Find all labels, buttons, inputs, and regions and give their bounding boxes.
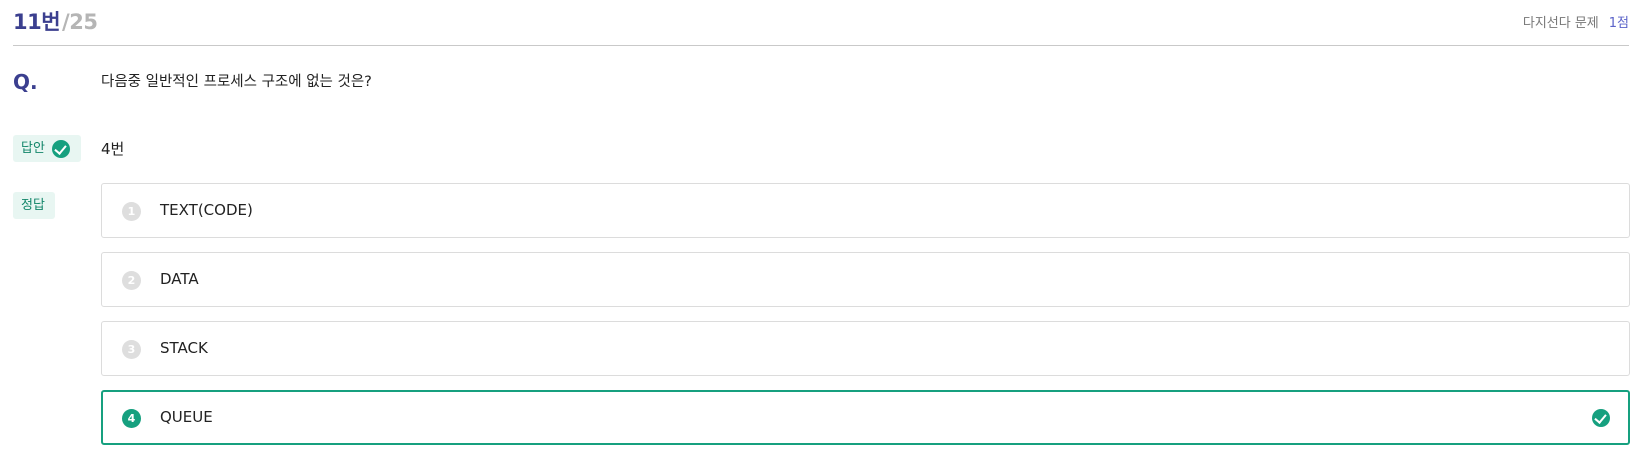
option-1[interactable]: 1 TEXT(CODE) — [101, 183, 1630, 238]
option-label: DATA — [160, 270, 199, 288]
submitted-answer-value: 4번 — [101, 140, 125, 158]
submitted-answer-tag-label: 답안 — [21, 141, 45, 156]
option-3[interactable]: 3 STACK — [101, 321, 1630, 376]
submitted-answer-tag: 답안 — [13, 135, 81, 162]
option-label: QUEUE — [160, 408, 213, 426]
option-label: STACK — [160, 339, 208, 357]
check-circle-icon — [51, 139, 70, 158]
question-label: Q. — [13, 70, 38, 94]
option-4[interactable]: 4 QUEUE — [101, 390, 1630, 445]
question-meta: 다지선다 문제 1점 — [1523, 12, 1629, 31]
check-circle-icon — [1592, 409, 1610, 427]
question-counter: 11번/25 — [13, 6, 98, 36]
question-header: 11번/25 다지선다 문제 1점 — [13, 0, 1629, 46]
question-number: 11번 — [13, 10, 61, 34]
option-number-badge: 4 — [122, 409, 141, 428]
question-total: /25 — [62, 10, 98, 34]
option-number-badge: 3 — [122, 340, 141, 359]
option-2[interactable]: 2 DATA — [101, 252, 1630, 307]
correct-answer-tag-label: 정답 — [21, 198, 45, 213]
question-type: 다지선다 문제 — [1522, 16, 1599, 31]
exam-question-page: 11번/25 다지선다 문제 1점 Q. 다음중 일반적인 프로세스 구조에 없는… — [0, 0, 1642, 473]
option-number-badge: 1 — [122, 202, 141, 221]
correct-answer-tag: 정답 — [13, 192, 55, 219]
option-label: TEXT(CODE) — [160, 201, 253, 219]
question-points: 1점 — [1608, 16, 1629, 31]
option-number-badge: 2 — [122, 271, 141, 290]
question-text: 다음중 일반적인 프로세스 구조에 없는 것은? — [101, 74, 372, 90]
